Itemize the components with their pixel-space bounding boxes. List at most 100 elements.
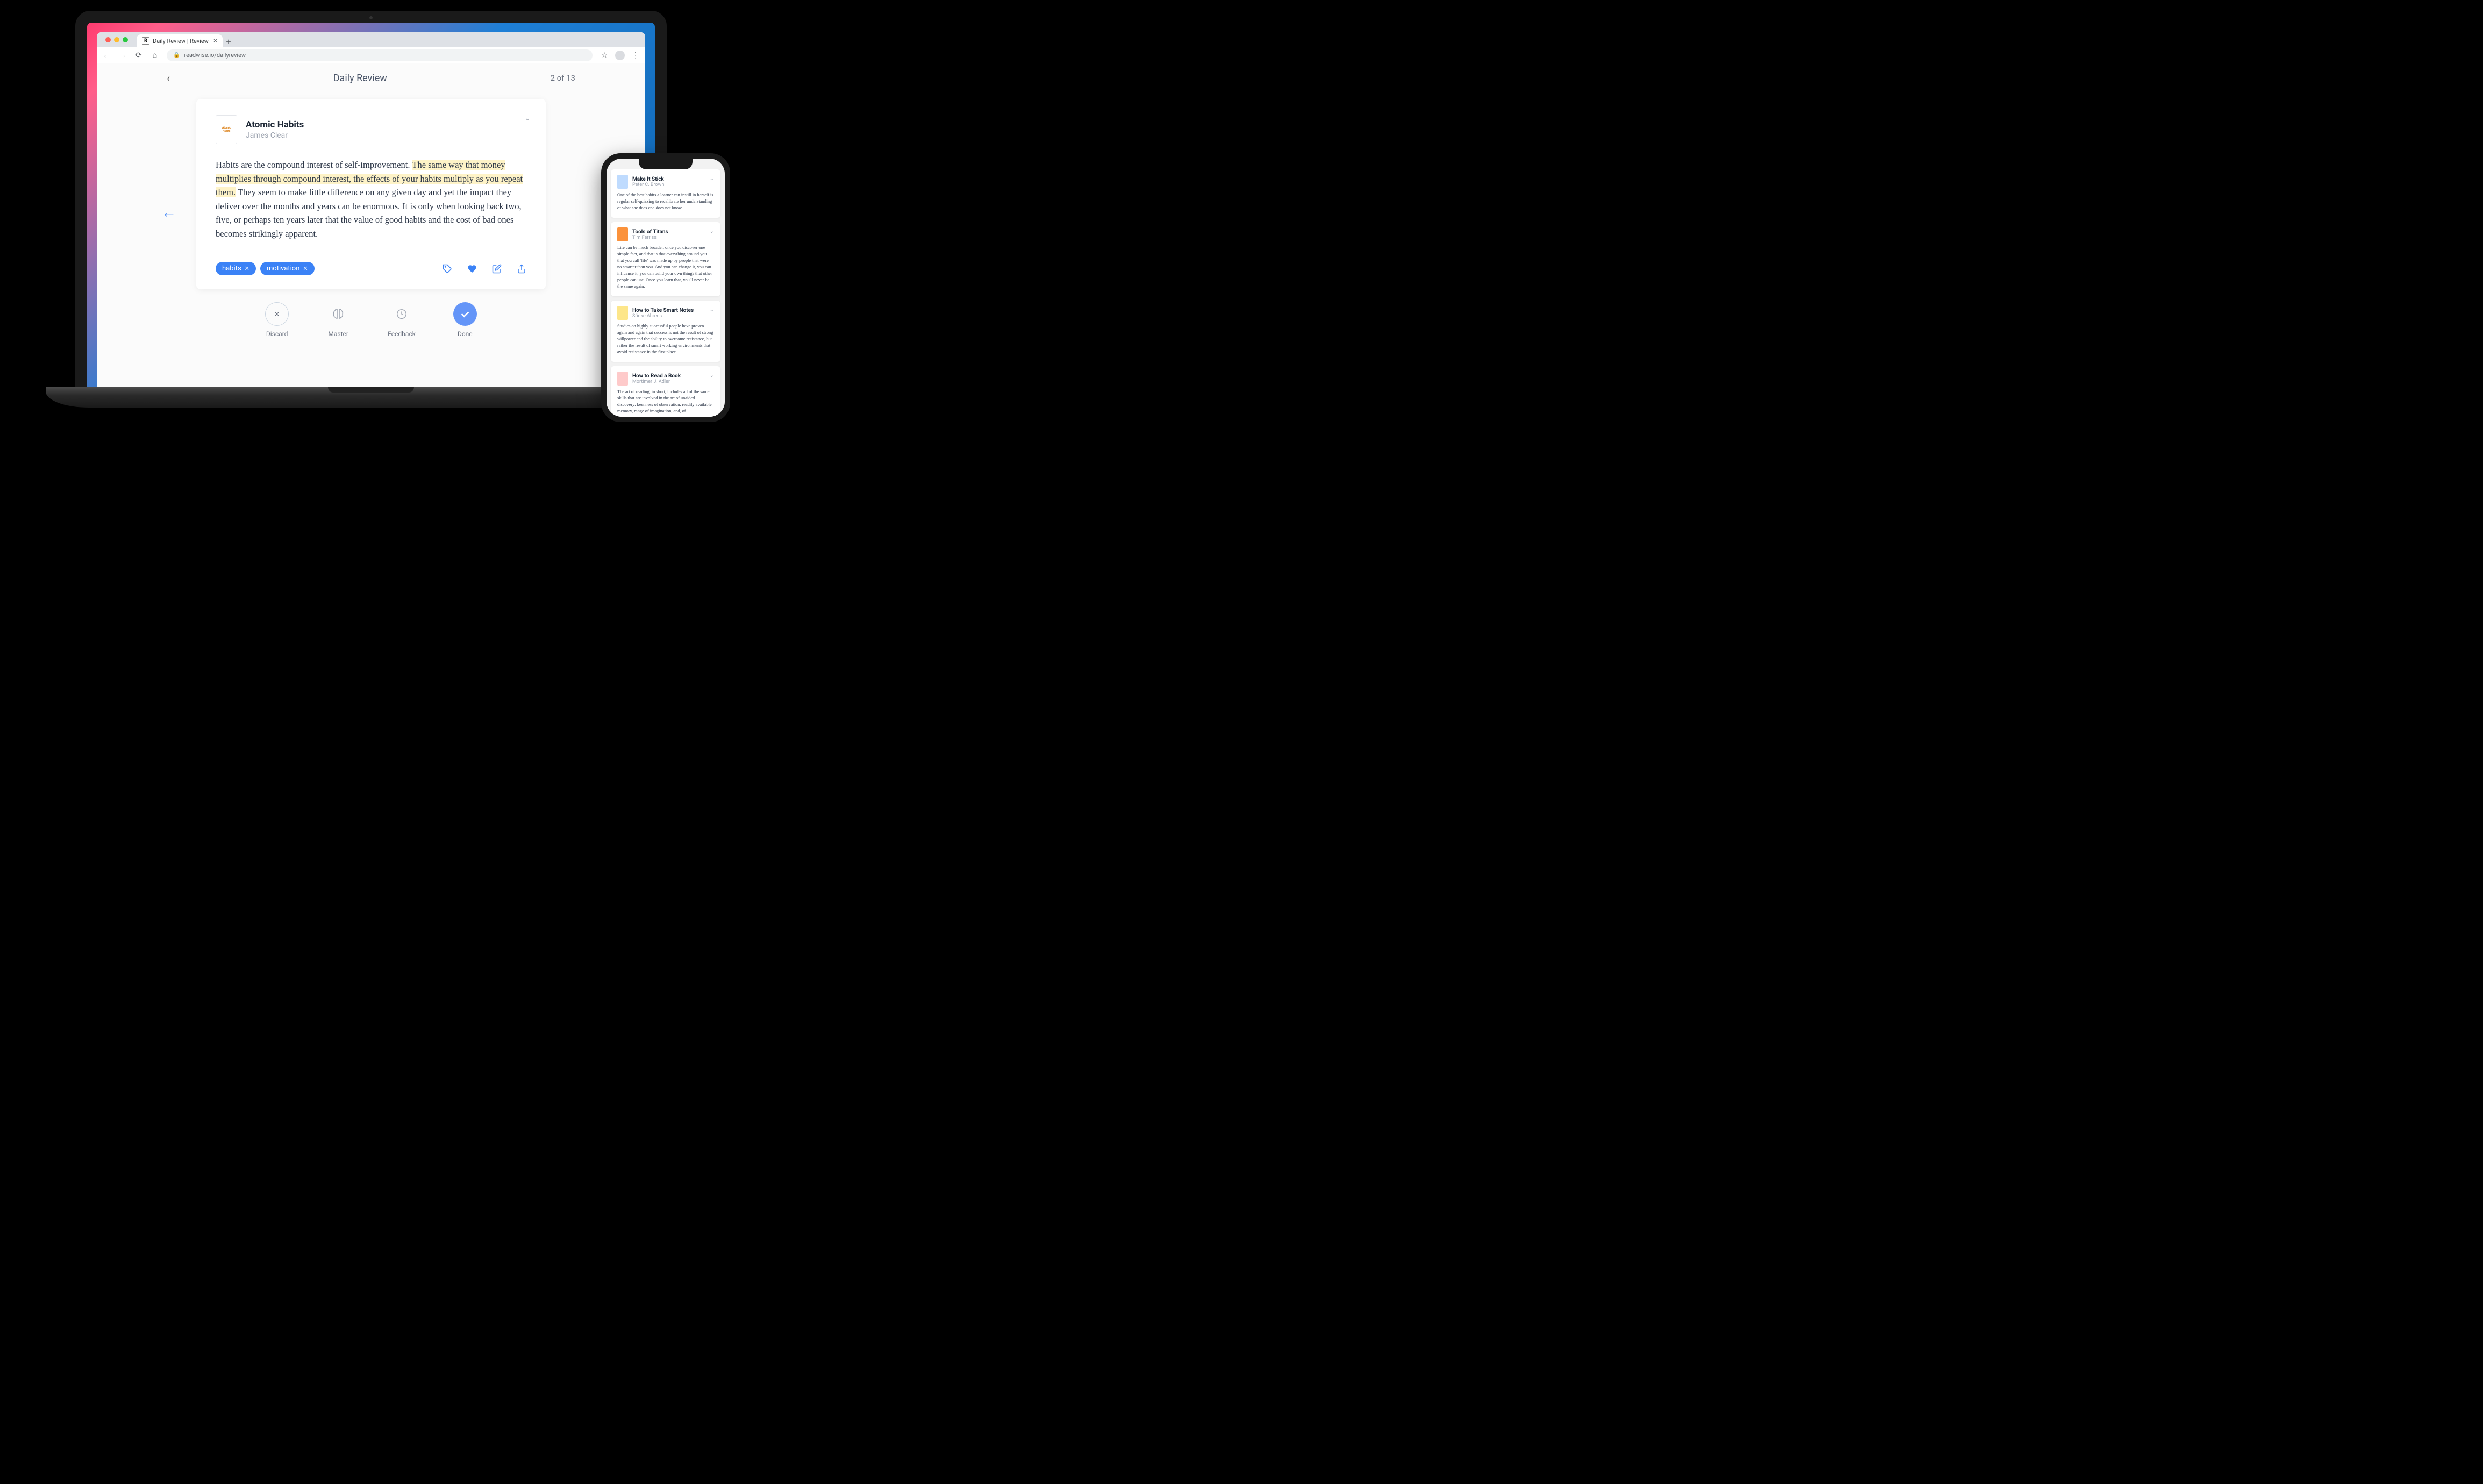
phone-highlight-card[interactable]: How to Read a BookMortimer J. Adler ⌄ The … (611, 366, 720, 417)
laptop-screen-bezel: R Daily Review | Review × + ← → ⟳ ⌂ 🔒 re… (75, 11, 667, 387)
phone-book-author: Mortimer J. Adler (632, 379, 681, 384)
chevron-down-icon[interactable]: ⌄ (710, 373, 714, 379)
tab-favicon: R (142, 37, 149, 45)
phone-screen: Make It StickPeter C. Brown ⌄ One of the b… (607, 159, 725, 417)
chevron-down-icon[interactable]: ⌄ (710, 229, 714, 234)
done-button[interactable]: Done (453, 302, 477, 338)
phone-card-header: Tools of TitansTim Ferriss ⌄ (617, 227, 714, 241)
laptop-hinge-notch (328, 387, 414, 393)
window-controls (101, 32, 132, 47)
phone-book-cover (617, 227, 628, 241)
browser-window: R Daily Review | Review × + ← → ⟳ ⌂ 🔒 re… (97, 32, 645, 387)
remove-tag-icon[interactable]: ✕ (303, 265, 308, 272)
tag-pill[interactable]: motivation ✕ (260, 262, 315, 275)
phone-book-title: Tools of Titans (632, 229, 668, 235)
text-segment: They seem to make little difference on a… (216, 187, 522, 239)
phone-book-cover (617, 372, 628, 386)
close-window-button[interactable] (105, 37, 111, 42)
header-back-icon[interactable]: ‹ (167, 72, 170, 84)
phone-book-cover (617, 306, 628, 320)
app-content: ‹ Daily Review 2 of 13 ← ⌄ Atomic Habits (97, 63, 645, 387)
edit-icon[interactable] (492, 264, 502, 274)
phone-book-cover (617, 175, 628, 189)
phone-device: Make It StickPeter C. Brown ⌄ One of the b… (601, 153, 730, 422)
tag-pill[interactable]: habits ✕ (216, 262, 256, 275)
review-counter: 2 of 13 (550, 73, 575, 83)
phone-highlight-card[interactable]: Tools of TitansTim Ferriss ⌄ Life can be m… (611, 222, 720, 296)
tag-label: habits (222, 265, 241, 273)
browser-menu-icon[interactable]: ⋮ (631, 51, 640, 60)
phone-book-title: Make It Stick (632, 176, 664, 182)
book-cover-thumbnail: Atomic Habits (216, 115, 237, 144)
check-icon (459, 308, 471, 320)
phone-card-header: Make It StickPeter C. Brown ⌄ (617, 175, 714, 189)
card-action-icons (443, 264, 526, 274)
text-segment: Habits are the compound interest of self… (216, 160, 412, 170)
highlight-text: Habits are the compound interest of self… (216, 158, 526, 240)
nav-forward-icon[interactable]: → (118, 51, 127, 60)
phone-highlight-card[interactable]: Make It StickPeter C. Brown ⌄ One of the b… (611, 169, 720, 218)
brain-icon (332, 308, 345, 320)
tag-label: motivation (267, 265, 300, 273)
feedback-label: Feedback (388, 330, 416, 338)
browser-toolbar: ← → ⟳ ⌂ 🔒 readwise.io/dailyreview ☆ ⋮ (97, 47, 645, 63)
discard-label: Discard (266, 330, 288, 338)
done-label: Done (458, 330, 473, 338)
bookmark-star-icon[interactable]: ☆ (600, 51, 609, 60)
book-author: James Clear (246, 131, 304, 140)
lock-icon: 🔒 (173, 52, 180, 58)
card-options-chevron-icon[interactable]: ⌄ (524, 114, 531, 123)
share-icon[interactable] (517, 264, 526, 274)
address-bar[interactable]: 🔒 readwise.io/dailyreview (167, 49, 593, 61)
phone-highlights-list[interactable]: Make It StickPeter C. Brown ⌄ One of the b… (607, 159, 725, 417)
phone-highlight-text: Life can be much broader, once you disco… (617, 245, 714, 290)
discard-button[interactable]: Discard (265, 302, 289, 338)
new-tab-button[interactable]: + (223, 35, 234, 47)
phone-card-header: How to Read a BookMortimer J. Adler ⌄ (617, 372, 714, 386)
browser-tab-strip: R Daily Review | Review × + (97, 32, 645, 47)
tags-list: habits ✕ motivation ✕ (216, 262, 315, 275)
master-label: Master (328, 330, 348, 338)
nav-reload-icon[interactable]: ⟳ (134, 51, 143, 60)
phone-book-title: How to Take Smart Notes (632, 308, 694, 313)
phone-notch (639, 159, 693, 169)
app-header: ‹ Daily Review 2 of 13 (97, 63, 645, 92)
profile-avatar[interactable] (615, 51, 625, 60)
card-footer: habits ✕ motivation ✕ (216, 262, 526, 275)
highlight-card: ⌄ Atomic Habits Atomic Habits James Clea… (196, 99, 546, 289)
phone-card-header: How to Take Smart NotesSönke Ahrens ⌄ (617, 306, 714, 320)
chevron-down-icon[interactable]: ⌄ (710, 307, 714, 313)
chevron-down-icon[interactable]: ⌄ (710, 176, 714, 182)
close-tab-icon[interactable]: × (213, 37, 217, 45)
phone-book-author: Peter C. Brown (632, 182, 664, 188)
card-header: Atomic Habits Atomic Habits James Clear (216, 115, 526, 144)
maximize-window-button[interactable] (123, 37, 128, 42)
page-title: Daily Review (333, 73, 387, 84)
phone-book-author: Sönke Ahrens (632, 313, 694, 319)
clock-icon (396, 308, 408, 320)
nav-home-icon[interactable]: ⌂ (151, 51, 159, 60)
phone-book-author: Tim Ferriss (632, 235, 668, 240)
master-button[interactable]: Master (326, 302, 350, 338)
phone-highlight-text: One of the best habits a learner can ins… (617, 192, 714, 211)
desktop-wallpaper: R Daily Review | Review × + ← → ⟳ ⌂ 🔒 re… (87, 23, 655, 387)
previous-card-arrow[interactable]: ← (161, 203, 176, 221)
phone-book-title: How to Read a Book (632, 373, 681, 379)
nav-back-icon[interactable]: ← (102, 51, 111, 60)
laptop-base (46, 387, 696, 408)
phone-highlight-text: Studies on highly successful people have… (617, 323, 714, 355)
book-title: Atomic Habits (246, 119, 304, 130)
minimize-window-button[interactable] (114, 37, 119, 42)
bottom-action-bar: Discard Master Feedback Done (97, 302, 645, 338)
phone-highlight-text: The art of reading, in short, includes a… (617, 389, 714, 415)
feedback-button[interactable]: Feedback (388, 302, 416, 338)
tab-title: Daily Review | Review (153, 38, 209, 45)
remove-tag-icon[interactable]: ✕ (245, 265, 249, 272)
laptop-device: R Daily Review | Review × + ← → ⟳ ⌂ 🔒 re… (75, 11, 667, 408)
phone-highlight-card[interactable]: How to Take Smart NotesSönke Ahrens ⌄ Stud… (611, 301, 720, 362)
tag-icon[interactable] (443, 264, 452, 274)
browser-tab[interactable]: R Daily Review | Review × (137, 34, 223, 47)
laptop-camera (369, 16, 373, 19)
favorite-heart-icon[interactable] (467, 264, 477, 274)
url-text: readwise.io/dailyreview (184, 52, 246, 59)
